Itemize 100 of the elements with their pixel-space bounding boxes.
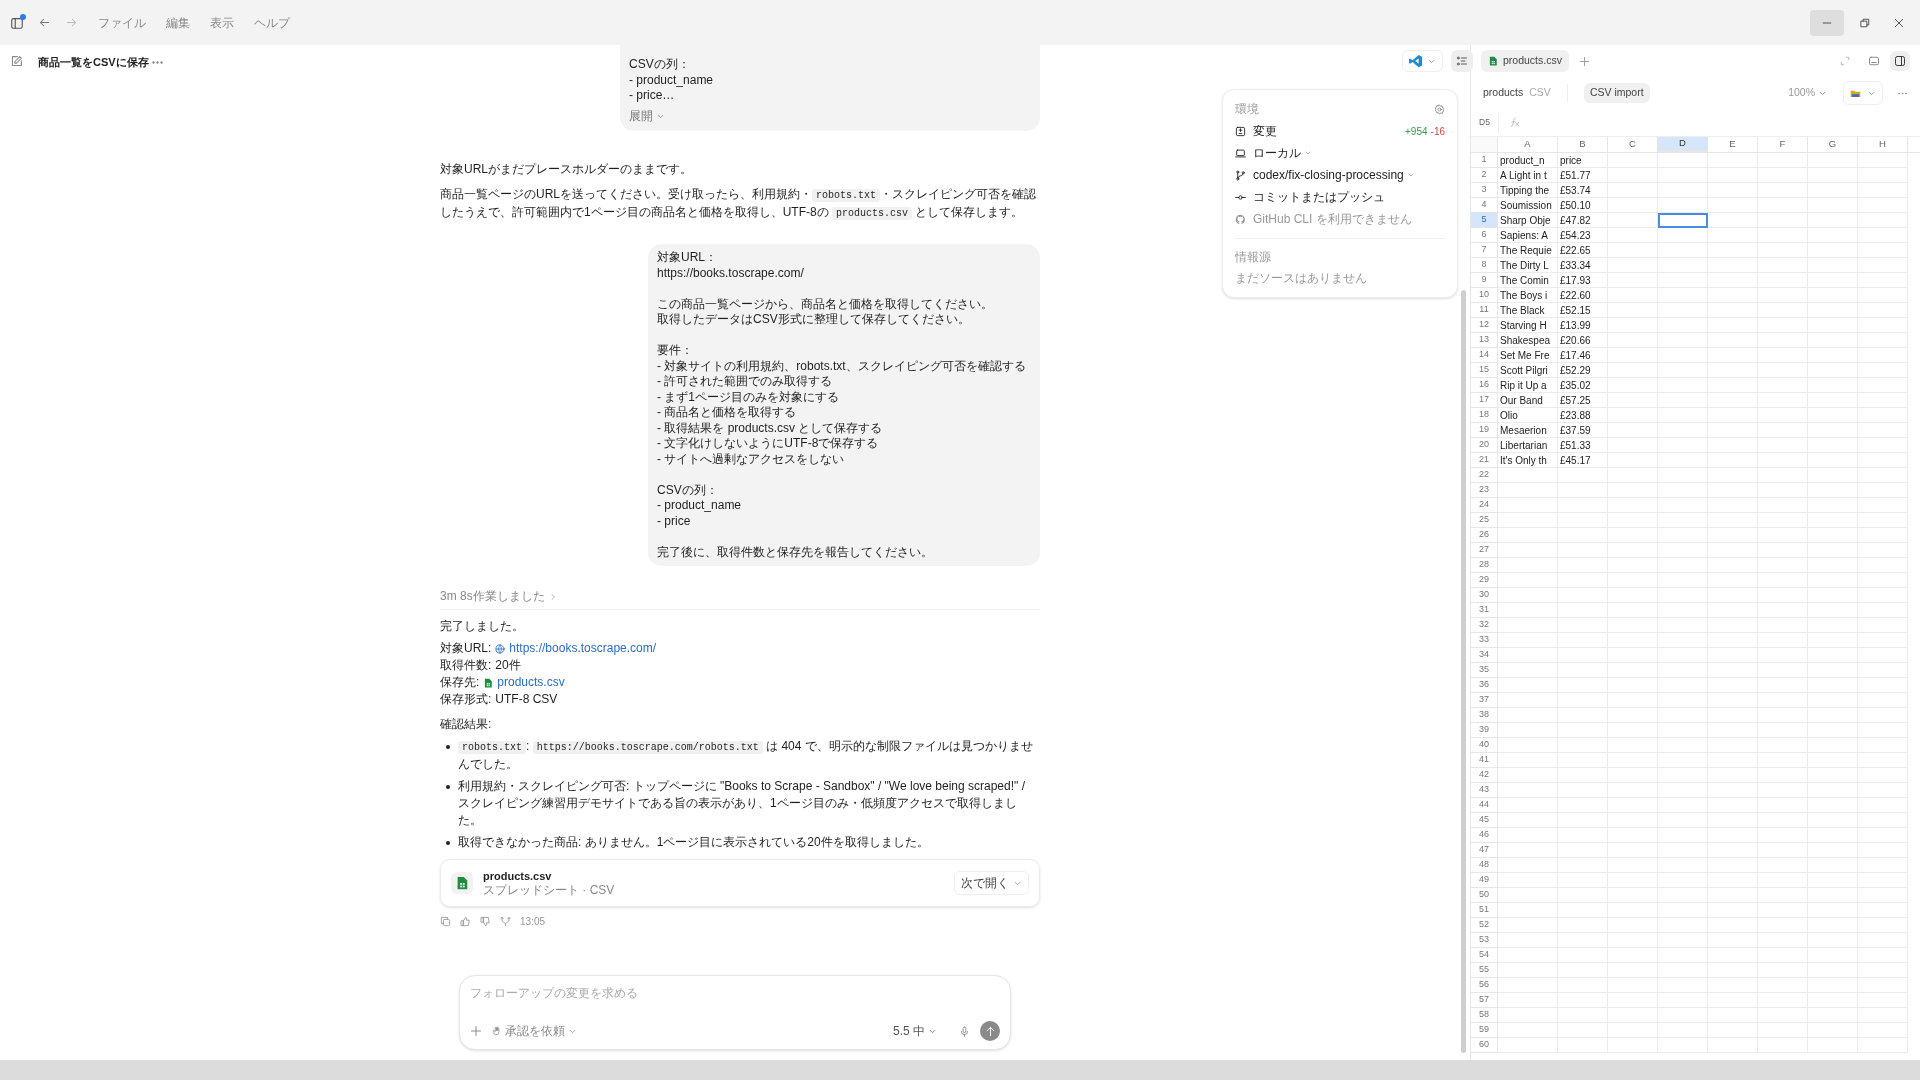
forward-icon[interactable] <box>65 16 78 29</box>
table-cell[interactable]: £53.74 <box>1558 183 1608 198</box>
row-header[interactable]: 15 <box>1471 363 1498 378</box>
row-header[interactable]: 19 <box>1471 423 1498 438</box>
back-icon[interactable] <box>38 16 51 29</box>
plus-icon[interactable] <box>470 1025 482 1037</box>
table-cell[interactable]: £52.29 <box>1558 363 1608 378</box>
table-cell[interactable]: The Boys i <box>1498 288 1558 303</box>
row-header[interactable]: 41 <box>1471 753 1498 768</box>
expand-button[interactable]: 展開 <box>629 108 1031 124</box>
row-header[interactable]: 36 <box>1471 678 1498 693</box>
table-cell[interactable]: price <box>1558 153 1608 168</box>
row-header[interactable]: 34 <box>1471 648 1498 663</box>
open-with-button[interactable]: 次で開く <box>954 871 1029 895</box>
row-header[interactable]: 20 <box>1471 438 1498 453</box>
row-header[interactable]: 16 <box>1471 378 1498 393</box>
menu-item[interactable]: 表示 <box>210 13 234 32</box>
select-all-corner[interactable] <box>1471 137 1498 152</box>
menu-item[interactable]: ヘルプ <box>254 13 290 32</box>
side-panel-button[interactable] <box>1890 51 1910 71</box>
row-header[interactable]: 58 <box>1471 1008 1498 1023</box>
row-header[interactable]: 22 <box>1471 468 1498 483</box>
row-header[interactable]: 26 <box>1471 528 1498 543</box>
row-header[interactable]: 1 <box>1471 153 1498 168</box>
row-header[interactable]: 49 <box>1471 873 1498 888</box>
row-header[interactable]: 30 <box>1471 588 1498 603</box>
row-header[interactable]: 2 <box>1471 168 1498 183</box>
row-header[interactable]: 10 <box>1471 288 1498 303</box>
table-cell[interactable]: Our Band <box>1498 393 1558 408</box>
table-cell[interactable]: The Requie <box>1498 243 1558 258</box>
row-header[interactable]: 31 <box>1471 603 1498 618</box>
table-cell[interactable]: £52.15 <box>1558 303 1608 318</box>
table-cell[interactable]: £23.88 <box>1558 408 1608 423</box>
environment-item[interactable]: codex/fix-closing-processing <box>1253 166 1415 184</box>
row-header[interactable]: 59 <box>1471 1023 1498 1038</box>
settings-icon[interactable] <box>1434 103 1445 115</box>
close-icon[interactable] <box>1894 17 1904 28</box>
table-cell[interactable]: £47.82 <box>1558 213 1608 228</box>
row-header[interactable]: 8 <box>1471 258 1498 273</box>
scrollbar[interactable] <box>1461 290 1466 1053</box>
table-cell[interactable]: £22.65 <box>1558 243 1608 258</box>
table-cell[interactable]: £35.02 <box>1558 378 1608 393</box>
row-header[interactable]: 57 <box>1471 993 1498 1008</box>
row-header[interactable]: 29 <box>1471 573 1498 588</box>
row-header[interactable]: 24 <box>1471 498 1498 513</box>
row-header[interactable]: 50 <box>1471 888 1498 903</box>
send-button[interactable] <box>980 1021 1000 1041</box>
zoom-selector[interactable]: 100% <box>1788 85 1827 101</box>
row-header[interactable]: 43 <box>1471 783 1498 798</box>
row-header[interactable]: 51 <box>1471 903 1498 918</box>
table-cell[interactable]: £33.34 <box>1558 258 1608 273</box>
table-cell[interactable]: Set Me Fre <box>1498 348 1558 363</box>
table-cell[interactable]: Rip it Up a <box>1498 378 1558 393</box>
table-cell[interactable]: The Comin <box>1498 273 1558 288</box>
table-cell[interactable]: Soumission <box>1498 198 1558 213</box>
table-cell[interactable]: product_n <box>1498 153 1558 168</box>
table-cell[interactable]: £45.17 <box>1558 453 1608 468</box>
row-header[interactable]: 56 <box>1471 978 1498 993</box>
column-header[interactable]: E <box>1708 137 1758 152</box>
table-cell[interactable]: Mesaerion <box>1498 423 1558 438</box>
thumbs-up-icon[interactable] <box>460 916 471 927</box>
row-header[interactable]: 6 <box>1471 228 1498 243</box>
approval-mode-button[interactable]: 承認を依頼 <box>492 1022 577 1040</box>
table-cell[interactable]: £13.99 <box>1558 318 1608 333</box>
row-header[interactable]: 17 <box>1471 393 1498 408</box>
column-header[interactable]: H <box>1858 137 1908 152</box>
table-cell[interactable]: Sharp Obje <box>1498 213 1558 228</box>
table-cell[interactable]: Starving H <box>1498 318 1558 333</box>
table-cell[interactable]: £20.66 <box>1558 333 1608 348</box>
row-header[interactable]: 23 <box>1471 483 1498 498</box>
follow-up-input[interactable]: フォローアップの変更を求める <box>470 984 1000 1002</box>
table-cell[interactable]: £17.93 <box>1558 273 1608 288</box>
sidebar-toggle-icon[interactable] <box>10 15 24 30</box>
url-link[interactable]: https://books.toscrape.com/ <box>509 640 657 657</box>
row-header[interactable]: 33 <box>1471 633 1498 648</box>
row-header[interactable]: 52 <box>1471 918 1498 933</box>
thumbs-down-icon[interactable] <box>480 916 491 927</box>
row-header[interactable]: 5 <box>1471 213 1498 228</box>
row-header[interactable]: 12 <box>1471 318 1498 333</box>
minimize-button[interactable] <box>1810 9 1844 36</box>
column-header[interactable]: D <box>1658 137 1708 152</box>
table-cell[interactable]: £22.60 <box>1558 288 1608 303</box>
restore-icon[interactable] <box>1860 17 1870 28</box>
row-header[interactable]: 48 <box>1471 858 1498 873</box>
edit-icon[interactable] <box>10 55 23 68</box>
table-cell[interactable]: £37.59 <box>1558 423 1608 438</box>
csv-import-button[interactable]: CSV import <box>1583 83 1650 103</box>
row-header[interactable]: 47 <box>1471 843 1498 858</box>
table-cell[interactable]: Sapiens: A <box>1498 228 1558 243</box>
table-cell[interactable]: The Dirty L <box>1498 258 1558 273</box>
row-header[interactable]: 54 <box>1471 948 1498 963</box>
column-header[interactable]: G <box>1808 137 1858 152</box>
row-header[interactable]: 55 <box>1471 963 1498 978</box>
file-tab[interactable]: products.csv <box>1481 50 1569 72</box>
fork-icon[interactable] <box>500 916 511 927</box>
row-header[interactable]: 27 <box>1471 543 1498 558</box>
environment-item[interactable]: ローカル <box>1253 144 1312 162</box>
row-header[interactable]: 37 <box>1471 693 1498 708</box>
row-header[interactable]: 42 <box>1471 768 1498 783</box>
table-cell[interactable]: It's Only th <box>1498 453 1558 468</box>
